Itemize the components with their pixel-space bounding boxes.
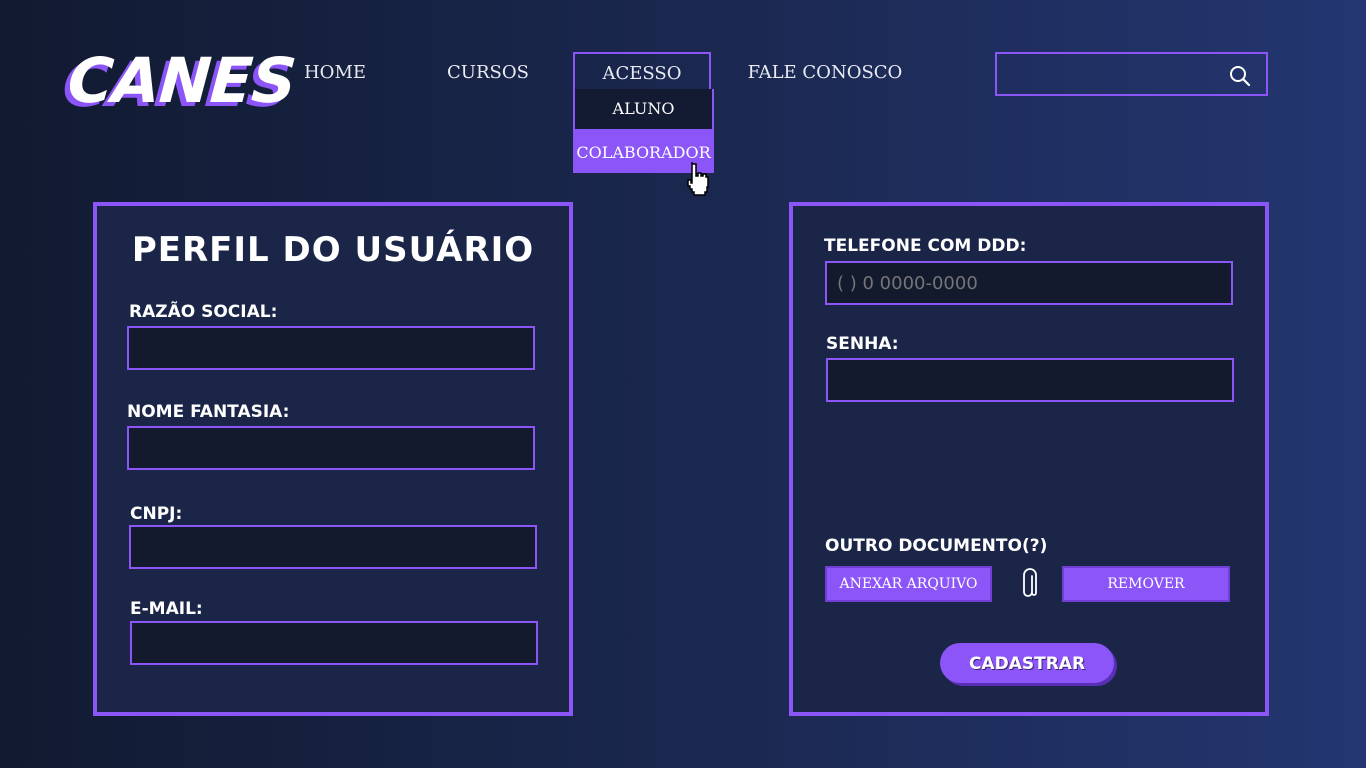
nav-acesso[interactable]: ACESSO: [573, 52, 711, 91]
user-profile-panel: PERFIL DO USUÁRIO RAZÃO SOCIAL: NOME FAN…: [93, 202, 573, 716]
outro-documento-label: OUTRO DOCUMENTO(?): [825, 536, 1048, 556]
nome-fantasia-input[interactable]: [127, 426, 535, 470]
email-input[interactable]: [130, 621, 538, 665]
logo[interactable]: CANES: [65, 44, 297, 117]
telefone-label: TELEFONE COM DDD:: [824, 236, 1027, 256]
search-input[interactable]: [1005, 60, 1219, 90]
dropdown-item-aluno[interactable]: ALUNO: [573, 89, 714, 131]
nome-fantasia-label: NOME FANTASIA:: [127, 402, 290, 422]
cnpj-input[interactable]: [129, 525, 537, 569]
cadastrar-button[interactable]: CADASTRAR: [940, 643, 1114, 683]
nav-cursos[interactable]: CURSOS: [440, 52, 536, 92]
razao-social-label: RAZÃO SOCIAL:: [129, 302, 278, 322]
senha-input[interactable]: [826, 358, 1234, 402]
acesso-dropdown: ALUNO COLABORADOR: [573, 89, 714, 173]
remover-button[interactable]: REMOVER: [1062, 566, 1230, 602]
search-icon[interactable]: [1228, 64, 1252, 88]
search-box: [995, 52, 1268, 96]
nav-home[interactable]: HOME: [290, 52, 380, 92]
contact-panel: TELEFONE COM DDD: SENHA: OUTRO DOCUMENTO…: [789, 202, 1269, 716]
hand-cursor-icon: [687, 162, 709, 196]
anexar-arquivo-button[interactable]: ANEXAR ARQUIVO: [825, 566, 992, 602]
telefone-input[interactable]: [825, 261, 1233, 305]
senha-label: SENHA:: [826, 334, 899, 354]
cnpj-label: CNPJ:: [130, 504, 183, 524]
nav-fale-conosco[interactable]: FALE CONOSCO: [740, 52, 910, 92]
paperclip-icon[interactable]: [1018, 568, 1040, 602]
razao-social-input[interactable]: [127, 326, 535, 370]
page-title: PERFIL DO USUÁRIO: [131, 230, 535, 270]
email-label: E-MAIL:: [130, 599, 203, 619]
